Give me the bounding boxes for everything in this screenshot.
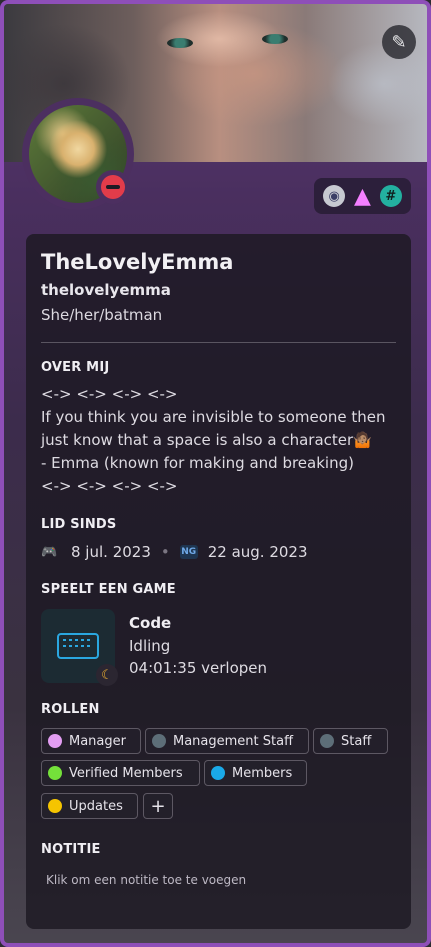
- role-color-dot: [48, 766, 62, 780]
- about-line: <-> <-> <-> <->: [41, 477, 178, 495]
- role-pill[interactable]: Staff: [313, 728, 388, 754]
- status-dnd-icon: [96, 170, 130, 204]
- about-line: <-> <-> <-> <->: [41, 385, 178, 403]
- note-input[interactable]: Klik om een notitie toe te voegen: [46, 873, 246, 887]
- member-since-title: LID SINDS: [41, 517, 117, 532]
- role-pill[interactable]: Members: [204, 760, 307, 786]
- edit-profile-button[interactable]: ✎: [382, 25, 416, 59]
- role-pill[interactable]: Manager: [41, 728, 141, 754]
- role-pill[interactable]: Management Staff: [145, 728, 309, 754]
- about-text: <-> <-> <-> <-> If you think you are inv…: [41, 383, 401, 498]
- server-join-date: 22 aug. 2023: [207, 543, 308, 561]
- add-role-button[interactable]: +: [143, 793, 173, 819]
- pencil-icon: ✎: [391, 31, 407, 53]
- nitro-badge-icon[interactable]: ◉: [323, 185, 346, 207]
- game-title: SPEELT EEN GAME: [41, 582, 176, 597]
- divider: [41, 342, 396, 343]
- separator-dot: •: [160, 543, 170, 561]
- profile-popout: ✎ ◉ ▲ # TheLovelyEmma thelovelyemma She/…: [0, 0, 431, 947]
- role-pill[interactable]: Verified Members: [41, 760, 200, 786]
- note-title: NOTITIE: [41, 842, 101, 857]
- role-pill[interactable]: Updates: [41, 793, 138, 819]
- role-label: Members: [232, 765, 293, 781]
- discord-icon: 🎮: [41, 544, 58, 560]
- about-line: just know that a space is also a charact…: [41, 431, 372, 449]
- badge-list: ◉ ▲ #: [314, 178, 411, 214]
- about-title: OVER MIJ: [41, 360, 110, 375]
- username: thelovelyemma: [41, 281, 171, 299]
- server-icon: NG: [179, 545, 198, 559]
- profile-card: TheLovelyEmma thelovelyemma She/her/batm…: [26, 234, 411, 929]
- game-elapsed: 04:01:35 verlopen: [129, 659, 268, 677]
- role-color-dot: [152, 734, 166, 748]
- keyboard-icon: [57, 633, 99, 659]
- about-line: - Emma (known for making and breaking): [41, 454, 354, 472]
- pronouns: She/her/batman: [41, 306, 163, 324]
- role-color-dot: [48, 799, 62, 813]
- role-color-dot: [48, 734, 62, 748]
- moon-icon: ☾: [96, 664, 118, 686]
- role-label: Updates: [69, 798, 123, 814]
- role-label: Staff: [341, 733, 372, 749]
- discord-join-date: 8 jul. 2023: [71, 543, 151, 561]
- role-color-dot: [320, 734, 334, 748]
- member-since-row: 🎮 8 jul. 2023 • NG 22 aug. 2023: [41, 543, 308, 561]
- game-state: Idling: [129, 637, 171, 655]
- hash-badge-icon[interactable]: #: [379, 185, 402, 207]
- about-line: If you think you are invisible to someon…: [41, 408, 386, 426]
- banner-art: [262, 34, 288, 44]
- role-label: Manager: [69, 733, 126, 749]
- role-color-dot: [211, 766, 225, 780]
- game-name: Code: [129, 614, 172, 632]
- roles-title: ROLLEN: [41, 702, 100, 717]
- banner-art: [167, 38, 193, 48]
- role-label: Verified Members: [69, 765, 183, 781]
- hypesquad-badge-icon[interactable]: ▲: [351, 184, 373, 209]
- role-label: Management Staff: [173, 733, 294, 749]
- display-name: TheLovelyEmma: [41, 250, 234, 274]
